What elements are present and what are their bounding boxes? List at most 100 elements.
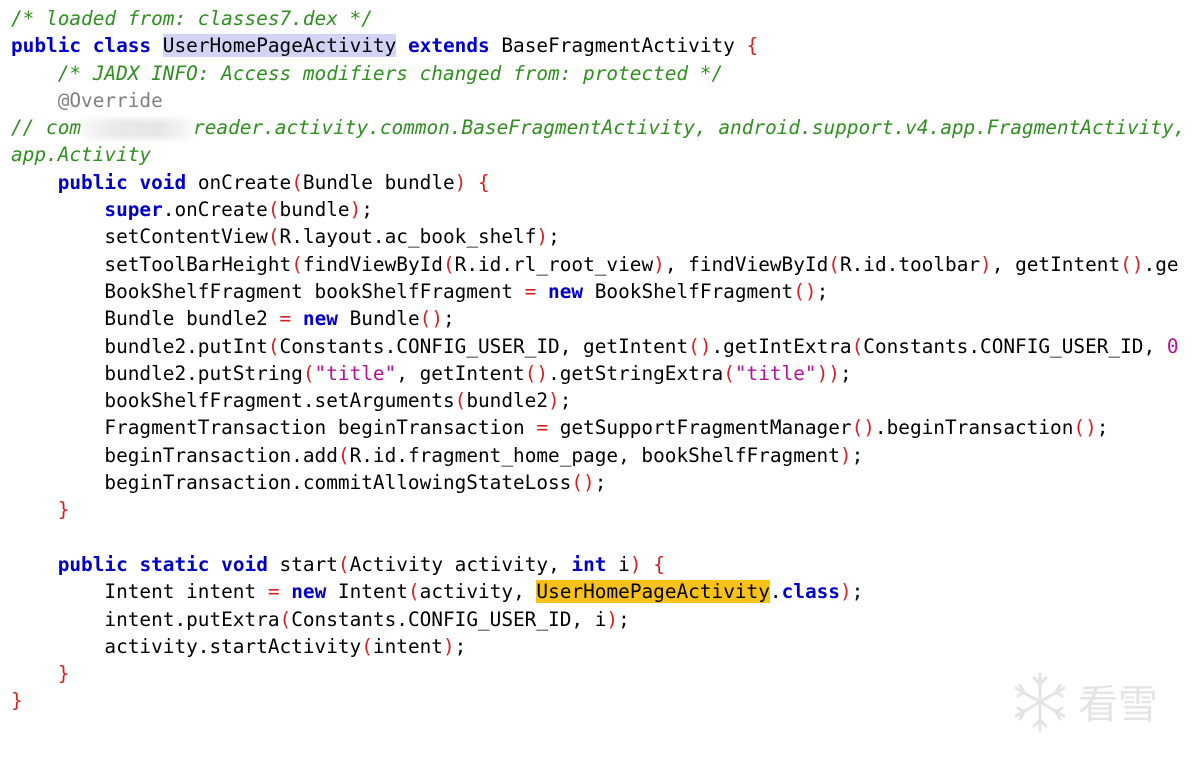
code-token: bundle2.putInt <box>11 334 268 358</box>
code-token: ( <box>828 252 840 276</box>
code-token: ) <box>839 443 852 467</box>
code-token: ( <box>267 225 280 249</box>
code-line[interactable]: public static void start(Activity activi… <box>0 551 1200 578</box>
code-token: setToolBarHeight <box>11 252 292 276</box>
code-token: () <box>851 416 875 440</box>
code-token: () <box>793 279 817 303</box>
code-token: @Override <box>57 88 163 112</box>
code-editor[interactable]: /* loaded from: classes7.dex */public cl… <box>0 5 1200 745</box>
code-token: setContentView <box>11 225 268 249</box>
code-token: () <box>524 361 549 385</box>
code-token: intent <box>372 634 443 658</box>
code-token: ( <box>361 634 373 658</box>
code-line[interactable]: bundle2.putInt( Constants.CONFIG_USER_ID,… <box>0 333 1200 360</box>
code-token: Intent <box>326 580 408 604</box>
code-token: .onCreate <box>162 198 268 222</box>
code-line[interactable]: bookShelfFragment.setArguments(bundle2); <box>0 387 1200 414</box>
code-line[interactable]: activity.startActivity(intent); <box>0 633 1200 660</box>
code-token: BookShelfFragment <box>583 279 794 303</box>
code-token: new <box>291 580 327 604</box>
code-token: onCreate <box>186 170 292 194</box>
code-token: ( <box>302 361 315 385</box>
code-line[interactable]: // com reader.activity.common.BaseFragmen… <box>0 114 1200 141</box>
code-token: .beginTransaction <box>874 416 1074 440</box>
code-token: ; <box>851 443 864 467</box>
code-line[interactable]: public void onCreate(Bundle bundle) { <box>0 169 1200 196</box>
code-line[interactable]: FragmentTransaction beginTransaction = g… <box>0 414 1200 441</box>
code-token: R.layout.ac_book_shelf <box>279 225 537 249</box>
code-token: getSupportFragmentManager <box>548 416 852 440</box>
code-token: ( <box>291 170 303 194</box>
code-line[interactable]: /* loaded from: classes7.dex */ <box>0 5 1200 32</box>
code-token: = <box>279 307 292 331</box>
code-token: start <box>267 552 338 576</box>
code-token: Constants.CONFIG_USER_ID, <box>863 334 1167 358</box>
code-line[interactable]: setToolBarHeight(findViewById(R.id.rl_ro… <box>0 251 1200 278</box>
code-token: } <box>11 689 23 713</box>
code-token: public <box>57 552 128 576</box>
code-line[interactable]: BookShelfFragment bookShelfFragment = ne… <box>0 278 1200 305</box>
code-line[interactable]: app.Activity <box>0 141 1200 168</box>
code-line[interactable]: @Override <box>0 87 1200 114</box>
highlighted-identifier: UserHomePageActivity <box>536 580 770 604</box>
code-line[interactable]: intent.putExtra(Constants.CONFIG_USER_ID… <box>0 606 1200 633</box>
code-token: Activity activity, <box>349 552 572 576</box>
code-line[interactable]: setContentView(R.layout.ac_book_shelf); <box>0 223 1200 250</box>
code-token: . <box>769 580 782 604</box>
watermark: 看雪 <box>1008 668 1178 736</box>
code-line[interactable]: } <box>0 496 1200 523</box>
code-token: public <box>11 34 82 58</box>
code-token: () <box>1073 416 1097 440</box>
code-token: beginTransaction.commitAllowingStateLoss <box>11 471 572 495</box>
code-line[interactable]: Bundle bundle2 = new Bundle(); <box>0 305 1200 332</box>
code-token: ) <box>349 198 362 222</box>
code-token: .getStringExtra <box>548 361 724 385</box>
code-token: BaseFragmentActivity <box>489 34 747 58</box>
code-token: { <box>478 170 490 194</box>
code-line[interactable] <box>0 524 1200 551</box>
code-token: ; <box>1096 416 1109 440</box>
code-token: ) <box>980 252 992 276</box>
code-token: R.id.rl_root_view <box>454 252 654 276</box>
code-token: ( <box>291 252 303 276</box>
code-token: int <box>571 552 607 576</box>
code-line[interactable]: /* JADX INFO: Access modifiers changed f… <box>0 60 1200 87</box>
code-line[interactable]: beginTransaction.commitAllowingStateLoss… <box>0 469 1200 496</box>
code-token: () <box>688 334 712 358</box>
code-token: .ge <box>1143 252 1179 276</box>
code-line[interactable]: Intent intent = new Intent(activity, Use… <box>0 578 1200 605</box>
code-token: ( <box>279 607 292 631</box>
code-line[interactable]: public class UserHomePageActivity extend… <box>0 32 1200 59</box>
code-token: activity, <box>419 580 537 604</box>
code-token: ; <box>618 607 630 631</box>
code-token: ) <box>454 170 467 194</box>
code-token: app.Activity <box>11 143 152 167</box>
code-line[interactable]: bundle2.putString("title", getIntent().g… <box>0 360 1200 387</box>
code-token: Bundle <box>337 307 420 331</box>
code-token: } <box>57 498 70 522</box>
code-token: class <box>92 34 152 58</box>
code-token: ( <box>267 334 280 358</box>
code-token: class <box>781 580 840 604</box>
code-token: Bundle bundle2 <box>11 307 280 331</box>
code-token: ( <box>337 552 350 576</box>
code-token: super <box>104 198 163 222</box>
code-token: } <box>57 662 70 686</box>
redacted-segment <box>81 118 194 139</box>
code-token: = <box>267 580 280 604</box>
code-token: ( <box>723 361 735 385</box>
code-line[interactable]: super.onCreate(bundle); <box>0 196 1200 223</box>
code-token: static <box>139 552 210 576</box>
code-line[interactable]: beginTransaction.add(R.id.fragment_home_… <box>0 442 1200 469</box>
